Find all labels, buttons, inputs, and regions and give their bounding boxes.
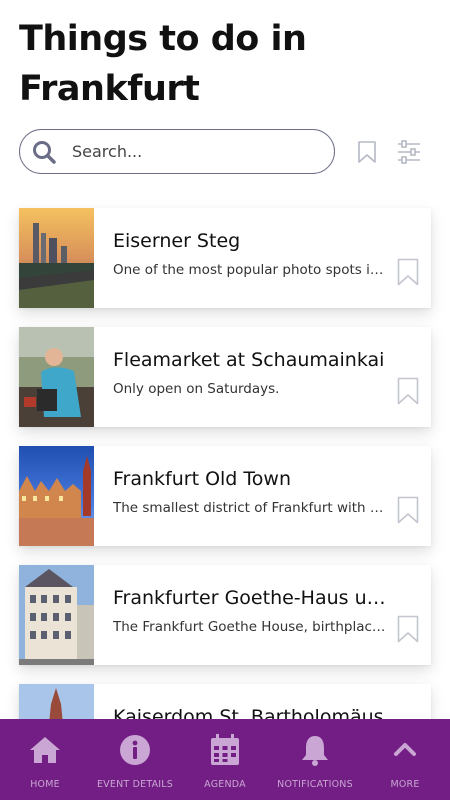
calendar-icon [211,734,239,765]
bookmark-filter-icon[interactable] [355,140,379,164]
nav-notifications[interactable]: NOTIFICATIONS [270,719,360,800]
nav-notifications-label: NOTIFICATIONS [277,779,353,790]
list-item[interactable]: Frankfurter Goethe-Haus und Goethe-Museu… [19,565,431,665]
item-title: Frankfurt Old Town [113,468,291,490]
nav-event-details[interactable]: EVENT DETAILS [90,719,180,800]
old-town-image [19,446,94,546]
bookmark-icon[interactable] [397,377,419,405]
item-title: Eiserner Steg [113,230,241,252]
item-description: Only open on Saturdays. [113,381,280,397]
goethe-haus-image [19,565,94,665]
home-icon [30,737,60,763]
nav-home-label: HOME [30,779,60,790]
bookmark-icon[interactable] [397,496,419,524]
nav-event-details-label: EVENT DETAILS [96,779,174,790]
bottom-navigation: HOME EVENT DETAILS AGENDA NOTIFICATIONS … [0,719,450,800]
nav-agenda-label: AGENDA [204,779,246,790]
search-icon [33,140,56,164]
fleamarket-image [19,327,94,427]
chevron-up-icon [394,743,416,756]
filter-sliders-icon[interactable] [397,140,421,164]
bookmark-icon[interactable] [397,258,419,286]
item-description: The smallest district of Frankfurt with … [113,500,387,516]
page-title: Things to do in Frankfurt [19,19,307,109]
item-title: Frankfurter Goethe-Haus und Goethe-Museu… [113,587,388,609]
list-item[interactable]: Eiserner Steg One of the most popular ph… [19,208,431,308]
list-item[interactable]: Fleamarket at Schaumainkai Only open on … [19,327,431,427]
nav-agenda[interactable]: AGENDA [180,719,270,800]
list-item[interactable]: Frankfurt Old Town The smallest district… [19,446,431,546]
item-description: One of the most popular photo spots in F… [113,262,387,278]
things-to-do-screen: Things to do in Frankfurt Search... Eise… [0,0,450,800]
nav-more[interactable]: MORE [360,719,450,800]
info-icon [120,735,150,765]
bell-icon [302,736,328,766]
nav-home[interactable]: HOME [0,719,90,800]
item-description: The Frankfurt Goethe House, birthplace o… [113,619,387,635]
eiserner-steg-image [19,208,94,308]
item-title: Fleamarket at Schaumainkai [113,349,385,371]
search-input[interactable] [70,141,314,162]
bookmark-icon[interactable] [397,615,419,643]
nav-more-label: MORE [390,779,420,790]
search-bar[interactable] [19,129,335,174]
